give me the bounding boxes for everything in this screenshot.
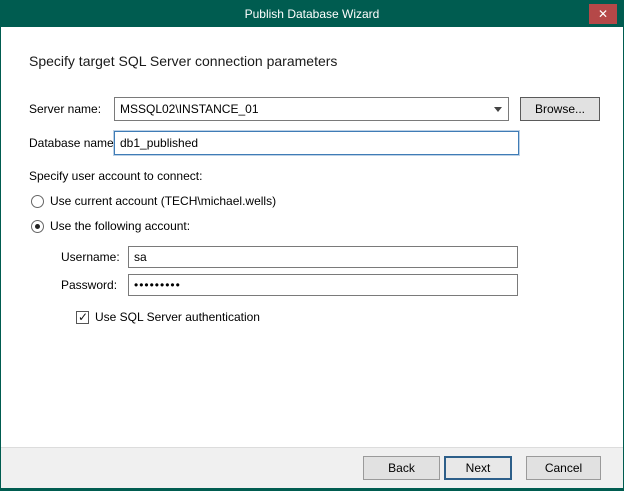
server-name-label: Server name:: [29, 102, 102, 116]
publish-database-wizard-dialog: Publish Database Wizard ✕ Specify target…: [0, 0, 624, 491]
close-icon[interactable]: ✕: [589, 4, 617, 24]
radio-icon[interactable]: [31, 219, 44, 233]
window-title: Publish Database Wizard: [244, 7, 380, 21]
database-name-label: Database name:: [29, 136, 118, 150]
radio-use-current-account-label: Use current account (TECH\michael.wells): [50, 194, 277, 208]
account-section-label: Specify user account to connect:: [29, 169, 203, 183]
password-label: Password:: [61, 278, 118, 292]
cancel-button[interactable]: Cancel: [526, 456, 601, 480]
title-bar[interactable]: Publish Database Wizard ✕: [1, 1, 623, 27]
radio-use-following-account[interactable]: Use the following account:: [31, 218, 190, 234]
sql-auth-checkbox-row[interactable]: Use SQL Server authentication: [76, 309, 260, 325]
chevron-down-icon: [488, 98, 508, 120]
username-label: Username:: [61, 250, 120, 264]
radio-use-current-account[interactable]: Use current account (TECH\michael.wells): [31, 193, 276, 209]
username-input[interactable]: [128, 246, 518, 268]
database-name-input[interactable]: [114, 131, 519, 155]
browse-button[interactable]: Browse...: [520, 97, 600, 121]
next-button[interactable]: Next: [444, 456, 512, 480]
radio-icon[interactable]: [31, 194, 44, 208]
server-name-combobox[interactable]: MSSQL02\INSTANCE_01: [114, 97, 509, 121]
footer-bar: Back Next Cancel: [1, 447, 623, 488]
password-input[interactable]: [128, 274, 518, 296]
sql-auth-checkbox-label: Use SQL Server authentication: [95, 310, 260, 324]
server-name-value: MSSQL02\INSTANCE_01: [120, 102, 259, 116]
radio-use-following-account-label: Use the following account:: [50, 219, 191, 233]
page-title: Specify target SQL Server connection par…: [29, 53, 338, 69]
checkbox-icon[interactable]: [76, 310, 89, 324]
back-button[interactable]: Back: [363, 456, 440, 480]
